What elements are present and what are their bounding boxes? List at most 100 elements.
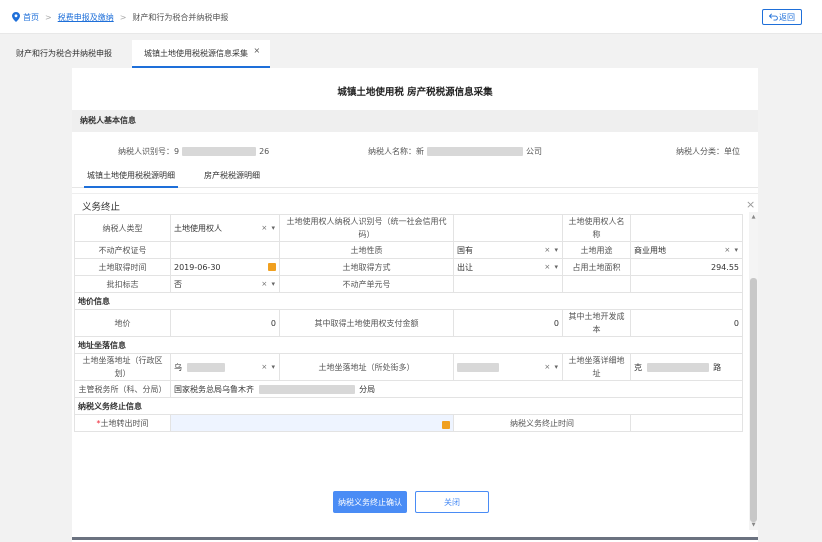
use-fee-input[interactable]: 0: [453, 309, 563, 337]
back-button-label: 返回: [779, 12, 795, 22]
breadcrumb: 首页 > 税费申报及缴纳 > 财产和行为税合并纳税申报: [12, 10, 228, 24]
section-termination: 纳税义务终止信息: [74, 397, 743, 415]
clear-dropdown-icon[interactable]: × ▾: [261, 278, 276, 291]
user-name-input[interactable]: [630, 214, 743, 242]
acq-method-label: 土地取得方式: [279, 258, 454, 276]
breadcrumb-tax-filing-link[interactable]: 税费申报及缴纳: [58, 12, 114, 23]
tab-label: 城镇土地使用税税源信息采集: [144, 49, 248, 58]
taxpayer-id-label: 纳税人识别号：: [118, 146, 174, 156]
scrollbar-thumb[interactable]: [750, 278, 757, 522]
district-label: 土地坐落地址（行政区划）: [74, 353, 171, 381]
dev-cost-input[interactable]: 0: [630, 309, 743, 337]
transfer-time-label: *土地转出时间: [74, 414, 171, 432]
confirm-termination-button[interactable]: 纳税义务终止确认: [333, 491, 407, 513]
end-time-label: 纳税义务终止时间: [453, 414, 631, 432]
dev-cost-label: 其中土地开发成本: [562, 309, 631, 337]
user-id-input[interactable]: [453, 214, 563, 242]
page-title: 城镇土地使用税 房产税税源信息采集: [337, 87, 493, 98]
land-usage-value: 商业用地: [634, 245, 666, 255]
land-price-label: 地价: [74, 309, 171, 337]
end-time-input[interactable]: [630, 414, 743, 432]
taxpayer-name-field: 纳税人名称： 新 公司: [368, 144, 542, 158]
cert-label: 不动产权证号: [74, 241, 171, 259]
scroll-down-arrow-icon[interactable]: ▼: [749, 522, 758, 529]
land-nature-label: 土地性质: [279, 241, 454, 259]
subtab-bar: 城镇土地使用税税源明细 房产税税源明细: [72, 166, 758, 188]
redacted-block: [457, 362, 499, 372]
subtab-land-tax-detail[interactable]: 城镇土地使用税税源明细: [84, 166, 178, 188]
clear-dropdown-icon[interactable]: × ▾: [544, 361, 559, 374]
redacted-block: [258, 384, 355, 394]
tax-office-value: 国家税务总局乌鲁木齐 分局: [170, 380, 743, 398]
acq-time-datepicker[interactable]: 2019-06-30: [170, 258, 280, 276]
redacted-block: [427, 146, 523, 156]
calendar-icon[interactable]: [442, 421, 450, 429]
detail-address-end: 路: [713, 362, 722, 372]
taxpayer-id-start: 9: [174, 146, 180, 156]
flag-value: 否: [174, 279, 182, 289]
close-button[interactable]: 关闭: [415, 491, 489, 513]
payer-type-label: 纳税人类型: [74, 214, 171, 242]
land-nature-select[interactable]: 国有 × ▾: [453, 241, 563, 259]
transfer-time-text: 土地转出时间: [100, 418, 149, 428]
breadcrumb-bar: 首页 > 税费申报及缴纳 > 财产和行为税合并纳税申报 返回: [0, 0, 822, 34]
breadcrumb-separator: >: [119, 12, 127, 22]
dialog-scrollbar[interactable]: ▲ ▼: [749, 212, 758, 530]
tab-land-tax-source[interactable]: 城镇土地使用税税源信息采集 ×: [132, 40, 270, 68]
cert-input[interactable]: [170, 241, 280, 259]
taxpayer-type-field: 纳税人分类： 单位: [676, 144, 740, 158]
taxpayer-name-start: 新: [416, 146, 424, 156]
land-usage-label: 土地用途: [562, 241, 631, 259]
unit-no-input[interactable]: [453, 275, 563, 293]
district-select[interactable]: 乌 × ▾: [170, 353, 280, 381]
section-land-price: 地价信息: [74, 292, 743, 310]
use-fee-label: 其中取得土地使用权支付金额: [279, 309, 454, 337]
back-button[interactable]: 返回: [762, 9, 802, 25]
section-location: 地址坐落信息: [74, 336, 743, 354]
section-basic-info: 纳税人基本信息: [72, 110, 758, 132]
taxpayer-name-end: 公司: [526, 146, 542, 156]
calendar-icon[interactable]: [268, 262, 276, 271]
empty-cell: [562, 275, 631, 293]
tab-close-icon[interactable]: ×: [254, 46, 261, 55]
payer-type-value: 土地使用权人: [174, 223, 222, 233]
acq-method-value: 出让: [457, 262, 473, 272]
detail-address-start: 克: [634, 362, 642, 372]
flag-label: 批扣标志: [74, 275, 171, 293]
tab-bar: 财产和行为税合并纳税申报 城镇土地使用税税源信息采集 ×: [0, 40, 822, 68]
detail-address-input[interactable]: 克 路: [630, 353, 743, 381]
acq-time-value: 2019-06-30: [174, 262, 221, 272]
scroll-up-arrow-icon[interactable]: ▲: [749, 214, 758, 221]
land-usage-select[interactable]: 商业用地 × ▾: [630, 241, 743, 259]
redacted-block: [646, 362, 709, 372]
clear-dropdown-icon[interactable]: × ▾: [261, 222, 276, 235]
user-id-label: 土地使用权人纳税人识别号（统一社会信用代码）: [279, 214, 454, 242]
tab-combined-declaration[interactable]: 财产和行为税合并纳税申报: [16, 40, 112, 68]
breadcrumb-home-link[interactable]: 首页: [23, 12, 39, 23]
redacted-block: [182, 146, 257, 156]
transfer-time-datepicker[interactable]: [170, 414, 454, 432]
clear-dropdown-icon[interactable]: × ▾: [544, 244, 559, 257]
redacted-block: [186, 362, 225, 372]
taxpayer-id-field: 纳税人识别号： 9 26: [118, 144, 269, 158]
bottom-divider: [72, 537, 758, 540]
dialog-close-icon[interactable]: ×: [746, 198, 755, 211]
clear-dropdown-icon[interactable]: × ▾: [261, 361, 276, 374]
clear-dropdown-icon[interactable]: × ▾: [544, 261, 559, 274]
street-select[interactable]: × ▾: [453, 353, 563, 381]
tax-office-start: 国家税务总局乌鲁木齐: [174, 384, 254, 394]
payer-type-select[interactable]: 土地使用权人 × ▾: [170, 214, 280, 242]
acq-method-select[interactable]: 出让 × ▾: [453, 258, 563, 276]
dialog-title: 义务终止: [82, 202, 121, 213]
area-input[interactable]: 294.55: [630, 258, 743, 276]
termination-form: 纳税人类型 土地使用权人 × ▾ 土地使用权人纳税人识别号（统一社会信用代码） …: [74, 214, 743, 432]
land-price-input[interactable]: 0: [170, 309, 280, 337]
flag-select[interactable]: 否 × ▾: [170, 275, 280, 293]
taxpayer-id-end: 26: [259, 146, 270, 156]
unit-no-label: 不动产单元号: [279, 275, 454, 293]
detail-address-label: 土地坐落详细地址: [562, 353, 631, 381]
location-pin-icon: [12, 12, 20, 22]
area-label: 占用土地面积: [562, 258, 631, 276]
subtab-property-tax-detail[interactable]: 房产税税源明细: [204, 166, 260, 188]
clear-dropdown-icon[interactable]: × ▾: [724, 244, 739, 257]
